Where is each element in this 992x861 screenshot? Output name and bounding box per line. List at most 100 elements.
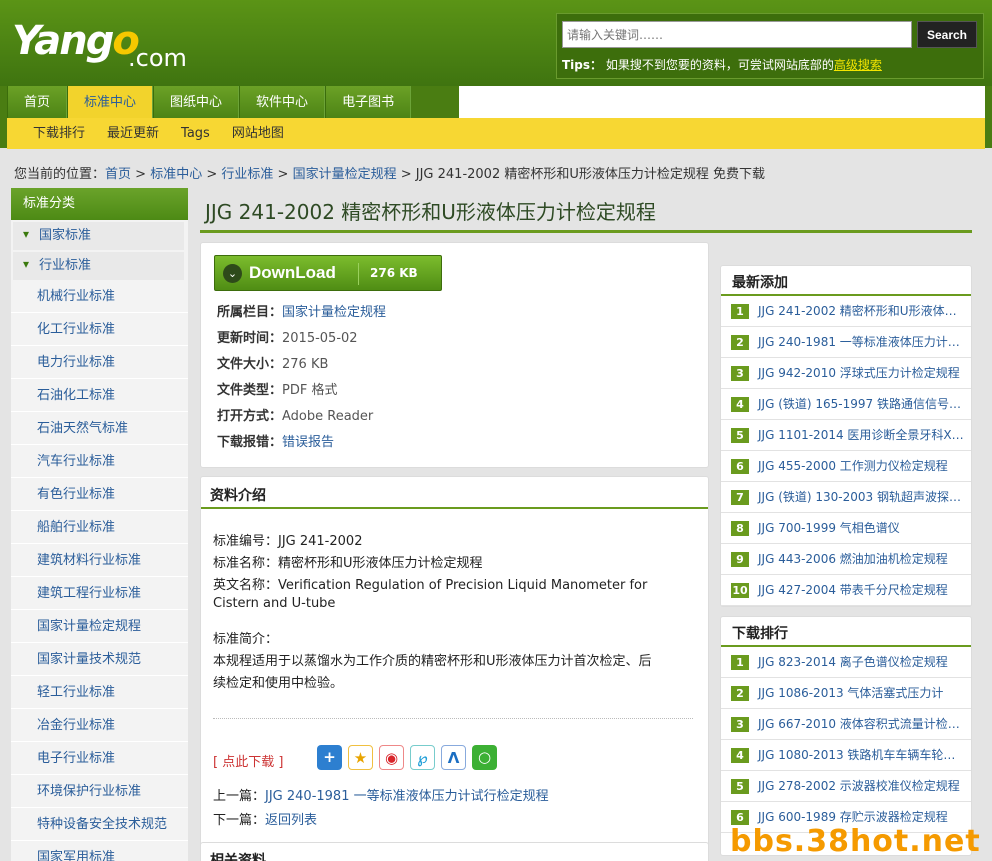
nav-home[interactable]: 首页 xyxy=(7,86,68,118)
nav-ebooks[interactable]: 电子图书 xyxy=(325,86,412,118)
sub-nav: 下载排行 最近更新 Tags 网站地图 xyxy=(7,118,985,149)
next-article-link[interactable]: 返回列表 xyxy=(265,813,317,828)
sidebar-item[interactable]: 电子行业标准 xyxy=(11,742,188,775)
search-panel: Search Tips： 如果搜不到您要的资料，可尝试网站底部的高级搜索 xyxy=(556,13,984,79)
meta-updated: 更新时间：2015-05-02 xyxy=(217,331,358,346)
latest-title: 最新添加 xyxy=(721,266,971,296)
tencent-weibo-icon[interactable]: ℘ xyxy=(410,745,435,770)
sidebar-item[interactable]: 国家军用标准 xyxy=(11,841,188,861)
intro-line: Cistern and U-tube xyxy=(213,596,336,611)
sidebar-item[interactable]: 冶金行业标准 xyxy=(11,709,188,742)
main-nav: 首页 标准中心 图纸中心 软件中心 电子图书 xyxy=(7,86,412,118)
sidebar-item[interactable]: 建筑材料行业标准 xyxy=(11,544,188,577)
ranking-item[interactable]: 5 JJG 278-2002 示波器校准仪检定规程 xyxy=(721,771,971,802)
meta-category: 所属栏目：国家计量检定规程 xyxy=(217,305,387,320)
latest-item[interactable]: 3 JJG 942-2010 浮球式压力计检定规程 xyxy=(721,358,971,389)
prev-article-link[interactable]: JJG 240-1981 一等标准液体压力计试行检定规程 xyxy=(265,789,549,804)
related-card: 相关资料 xyxy=(200,842,709,861)
file-info-card: ⌄ DownLoad 276 KB 所属栏目：国家计量检定规程 更新时间：201… xyxy=(200,242,709,468)
sidebar-group-national[interactable]: 国家标准 xyxy=(13,220,184,250)
ranking-panel: 下载排行 1 JJG 823-2014 离子色谱仪检定规程 2 JJG 1086-2… xyxy=(720,616,972,856)
meta-report: 下载报错：错误报告 xyxy=(217,435,335,450)
category-sidebar: 标准分类 国家标准 行业标准 机械行业标准 化工行业标准 电力行业标准 石油化工… xyxy=(11,188,188,861)
search-input[interactable] xyxy=(562,21,912,48)
latest-item[interactable]: 8 JJG 700-1999 气相色谱仪 xyxy=(721,513,971,544)
sidebar-group-industry[interactable]: 行业标准 xyxy=(13,250,184,280)
subnav-ranking[interactable]: 下载排行 xyxy=(7,118,107,149)
sidebar-item[interactable]: 机械行业标准 xyxy=(11,280,188,313)
meta-category-link[interactable]: 国家计量检定规程 xyxy=(282,305,386,320)
watermark: bbs.38hot.net xyxy=(730,824,981,859)
ranking-title: 下载排行 xyxy=(721,617,971,647)
latest-item[interactable]: 2 JJG 240-1981 一等标准液体压力计… xyxy=(721,327,971,358)
related-heading: 相关资料 xyxy=(210,853,266,861)
intro-line: 标准简介： xyxy=(213,632,279,647)
ranking-item[interactable]: 4 JJG 1080-2013 铁路机车车辆车轮… xyxy=(721,740,971,771)
wechat-icon[interactable]: ○ xyxy=(472,745,497,770)
sidebar-item[interactable]: 汽车行业标准 xyxy=(11,445,188,478)
download-size: 276 KB xyxy=(370,266,418,280)
sidebar-item[interactable]: 轻工行业标准 xyxy=(11,676,188,709)
breadcrumb-industry[interactable]: 行业标准 xyxy=(221,167,273,182)
subnav-tags[interactable]: Tags xyxy=(181,118,232,149)
latest-item[interactable]: 5 JJG 1101-2014 医用诊断全景牙科X… xyxy=(721,420,971,451)
latest-item[interactable]: 6 JJG 455-2000 工作测力仪检定规程 xyxy=(721,451,971,482)
intro-line: 标准名称：精密杯形和U形液体压力计检定规程 xyxy=(213,556,483,571)
sidebar-item[interactable]: 有色行业标准 xyxy=(11,478,188,511)
latest-item[interactable]: 7 JJG (铁道) 130-2003 钢轨超声波探… xyxy=(721,482,971,513)
sidebar-item[interactable]: 电力行业标准 xyxy=(11,346,188,379)
sidebar-item[interactable]: 国家计量检定规程 xyxy=(11,610,188,643)
download-button[interactable]: ⌄ DownLoad 276 KB xyxy=(214,255,442,291)
search-tips: Tips： 如果搜不到您要的资料，可尝试网站底部的高级搜索 xyxy=(562,58,882,72)
renren-icon[interactable]: Λ xyxy=(441,745,466,770)
nav-software[interactable]: 软件中心 xyxy=(239,86,326,118)
weibo-icon[interactable]: ◉ xyxy=(379,745,404,770)
click-download-link[interactable]: [ 点此下载 ] xyxy=(213,751,283,770)
site-logo[interactable]: Yango xyxy=(12,18,140,64)
sidebar-item[interactable]: 石油天然气标准 xyxy=(11,412,188,445)
sidebar-item[interactable]: 船舶行业标准 xyxy=(11,511,188,544)
prev-article: 上一篇：JJG 240-1981 一等标准液体压力计试行检定规程 xyxy=(213,789,549,804)
page-title: JJG 241-2002 精密杯形和U形液体压力计检定规程 xyxy=(205,200,656,224)
breadcrumb-home[interactable]: 首页 xyxy=(105,167,131,182)
meta-open-with: 打开方式：Adobe Reader xyxy=(217,409,374,424)
intro-line: 标准编号：JJG 241-2002 xyxy=(213,534,363,549)
share-bar: + ★ ◉ ℘ Λ ○ xyxy=(317,745,497,770)
latest-item[interactable]: 1 JJG 241-2002 精密杯形和U形液体… xyxy=(721,296,971,327)
intro-line: 英文名称：Verification Regulation of Precisio… xyxy=(213,578,648,593)
latest-item[interactable]: 9 JJG 443-2006 燃油加油机检定规程 xyxy=(721,544,971,575)
sidebar-item[interactable]: 特种设备安全技术规范 xyxy=(11,808,188,841)
breadcrumb: 您当前的位置：首页 > 标准中心 > 行业标准 > 国家计量检定规程 > JJG… xyxy=(14,167,766,182)
breadcrumb-prefix: 您当前的位置： xyxy=(14,167,106,182)
search-button[interactable]: Search xyxy=(917,21,977,48)
breadcrumb-metrology[interactable]: 国家计量检定规程 xyxy=(293,167,397,182)
qzone-star-icon[interactable]: ★ xyxy=(348,745,373,770)
breadcrumb-current: JJG 241-2002 精密杯形和U形液体压力计检定规程 免费下载 xyxy=(415,167,766,182)
ranking-item[interactable]: 2 JJG 1086-2013 气体活塞式压力计 xyxy=(721,678,971,709)
sidebar-item[interactable]: 石油化工标准 xyxy=(11,379,188,412)
ranking-item[interactable]: 1 JJG 823-2014 离子色谱仪检定规程 xyxy=(721,647,971,678)
ranking-item[interactable]: 3 JJG 667-2010 液体容积式流量计检… xyxy=(721,709,971,740)
nav-standards[interactable]: 标准中心 xyxy=(67,86,154,118)
advanced-search-link[interactable]: 高级搜索 xyxy=(834,58,882,72)
report-error-link[interactable]: 错误报告 xyxy=(282,435,334,450)
intro-card: 资料介绍 标准编号：JJG 241-2002 标准名称：精密杯形和U形液体压力计… xyxy=(200,476,709,856)
latest-item[interactable]: 10 JJG 427-2004 带表千分尺检定规程 xyxy=(721,575,971,606)
nav-drawings[interactable]: 图纸中心 xyxy=(153,86,240,118)
latest-item[interactable]: 4 JJG (铁道) 165-1997 铁路通信信号… xyxy=(721,389,971,420)
sidebar-item[interactable]: 环境保护行业标准 xyxy=(11,775,188,808)
subnav-sitemap[interactable]: 网站地图 xyxy=(232,118,306,149)
next-article: 下一篇：返回列表 xyxy=(213,813,318,828)
subnav-recent[interactable]: 最近更新 xyxy=(107,118,181,149)
meta-size: 文件大小：276 KB xyxy=(217,357,329,372)
sidebar-item[interactable]: 建筑工程行业标准 xyxy=(11,577,188,610)
sidebar-item[interactable]: 化工行业标准 xyxy=(11,313,188,346)
meta-type: 文件类型：PDF 格式 xyxy=(217,383,338,398)
share-more-icon[interactable]: + xyxy=(317,745,342,770)
breadcrumb-standards[interactable]: 标准中心 xyxy=(150,167,202,182)
site-logo-suffix[interactable]: .com xyxy=(128,44,187,72)
header-banner: Yango .com Search Tips： 如果搜不到您要的资料，可尝试网站… xyxy=(0,0,992,86)
sidebar-item[interactable]: 国家计量技术规范 xyxy=(11,643,188,676)
latest-panel: 最新添加 1 JJG 241-2002 精密杯形和U形液体… 2 JJG 240-1… xyxy=(720,265,972,607)
download-label: DownLoad xyxy=(249,263,336,282)
